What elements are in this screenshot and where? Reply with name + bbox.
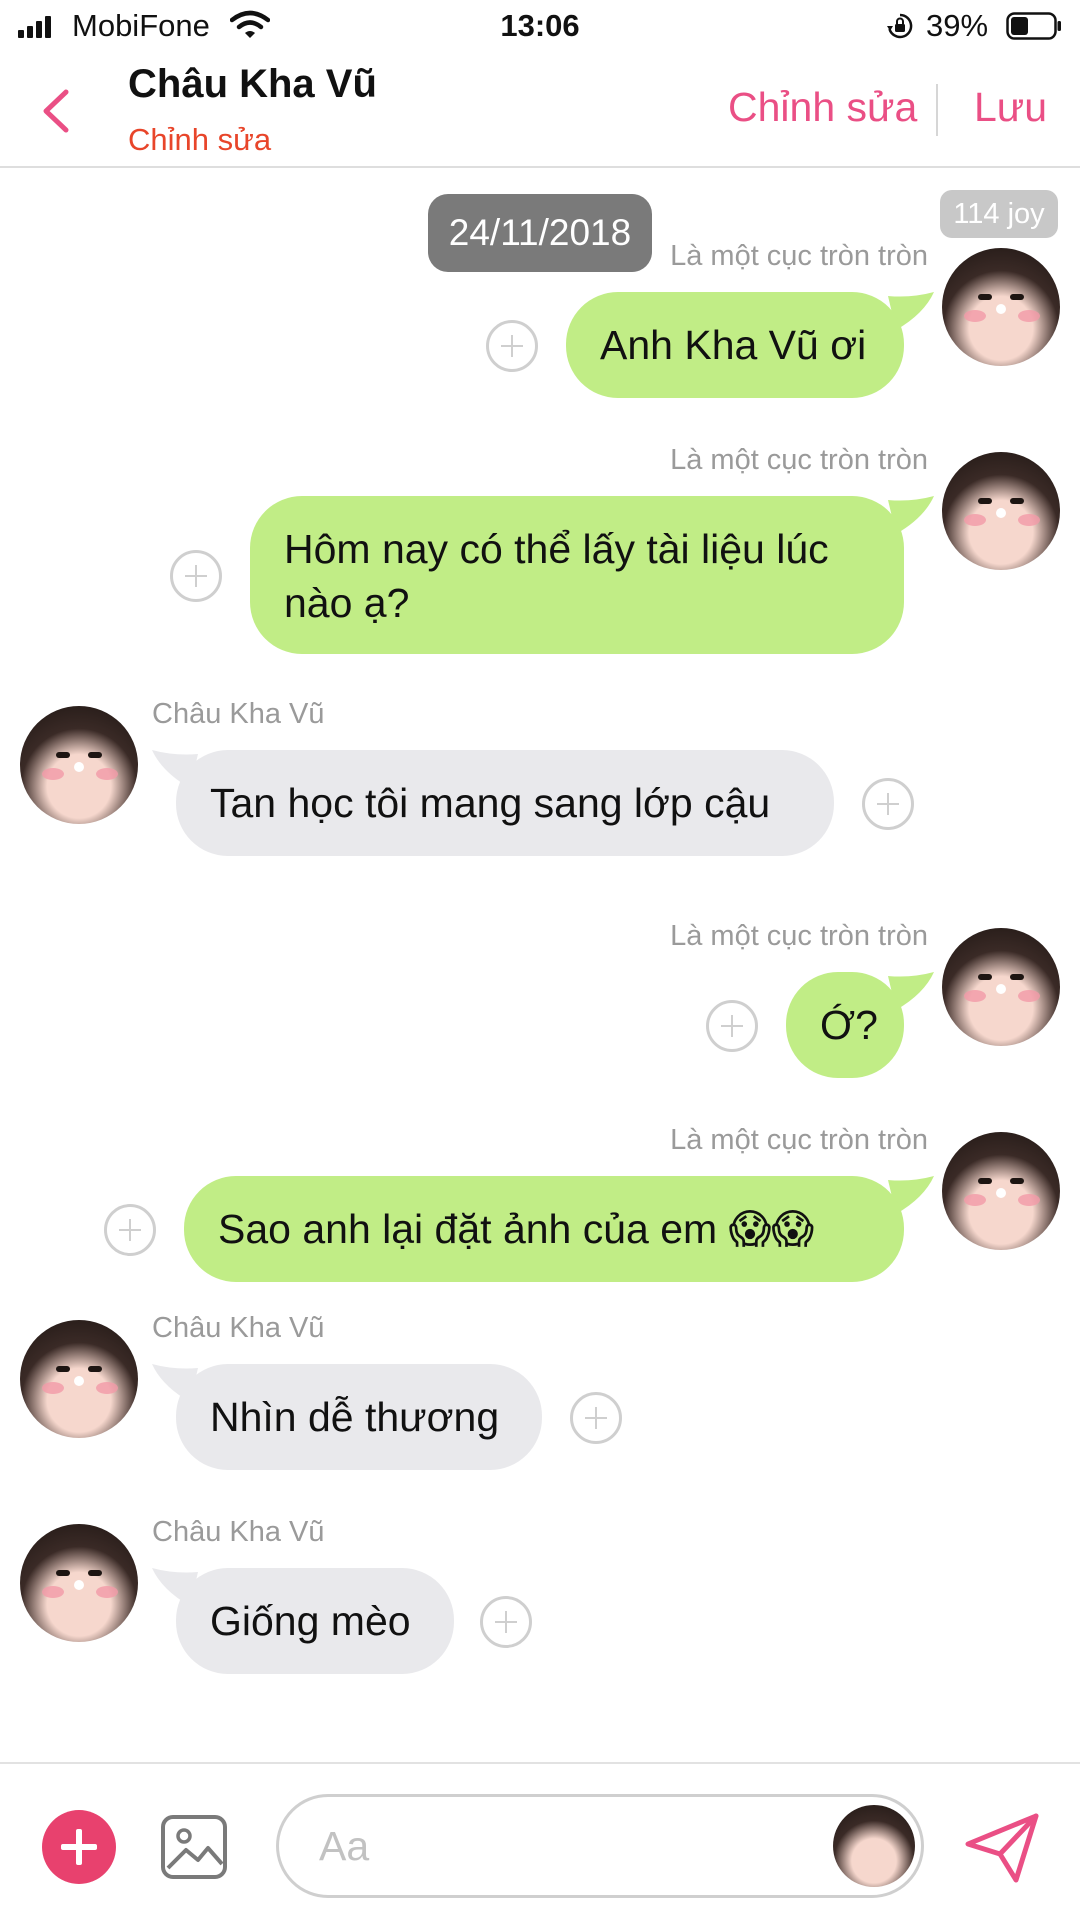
- plus-icon[interactable]: [480, 1596, 532, 1648]
- message-input-placeholder: Aa: [319, 1823, 370, 1869]
- battery-icon: [1006, 12, 1061, 40]
- orientation-lock-icon: [887, 13, 913, 39]
- sender-name: Là một cục tròn tròn: [670, 1124, 928, 1156]
- avatar[interactable]: [942, 248, 1060, 366]
- message-list[interactable]: 24/11/2018 114 joy Là một cục tròn tròn …: [0, 168, 1080, 1760]
- avatar[interactable]: [20, 706, 138, 824]
- send-icon[interactable]: [964, 1812, 1040, 1884]
- joy-counter-badge: 114 joy: [940, 190, 1058, 238]
- message-bubble[interactable]: Hôm nay có thể lấy tài liệu lúc nào ạ?: [250, 496, 904, 654]
- plus-icon[interactable]: [570, 1392, 622, 1444]
- sender-avatar-switch[interactable]: [833, 1805, 915, 1887]
- message-input[interactable]: Aa: [276, 1794, 924, 1898]
- sender-name: Là một cục tròn tròn: [670, 920, 928, 952]
- battery-percent: 39%: [926, 8, 989, 43]
- sender-name: Là một cục tròn tròn: [670, 444, 928, 476]
- status-bar: MobiFone 13:06 39%: [0, 0, 1080, 54]
- sender-name: Châu Kha Vũ: [152, 698, 325, 730]
- message-bubble[interactable]: Tan học tôi mang sang lớp cậu: [176, 750, 834, 856]
- plus-icon[interactable]: [862, 778, 914, 830]
- message-bubble[interactable]: Ớ?: [786, 972, 904, 1078]
- avatar[interactable]: [20, 1320, 138, 1438]
- save-button[interactable]: Lưu: [974, 84, 1047, 131]
- clock: 13:06: [500, 8, 580, 43]
- add-attachment-button[interactable]: [42, 1810, 116, 1884]
- sender-name: Châu Kha Vũ: [152, 1516, 325, 1548]
- message-bubble[interactable]: Sao anh lại đặt ảnh của em 😱😱: [184, 1176, 904, 1282]
- avatar[interactable]: [942, 928, 1060, 1046]
- sender-name: Châu Kha Vũ: [152, 1312, 325, 1344]
- sender-name: Là một cục tròn tròn: [670, 240, 928, 272]
- message-bubble[interactable]: Anh Kha Vũ ơi: [566, 292, 904, 398]
- plus-icon[interactable]: [170, 550, 222, 602]
- message-composer: Aa: [0, 1762, 1080, 1922]
- avatar[interactable]: [20, 1524, 138, 1642]
- plus-icon[interactable]: [104, 1204, 156, 1256]
- contact-edit-link[interactable]: Chỉnh sửa: [128, 122, 271, 158]
- date-separator: 24/11/2018: [428, 194, 652, 272]
- header-divider: [936, 84, 938, 136]
- plus-icon[interactable]: [706, 1000, 758, 1052]
- message-bubble[interactable]: Nhìn dễ thương: [176, 1364, 542, 1470]
- back-chevron-icon[interactable]: [38, 86, 74, 136]
- contact-name: Châu Kha Vũ: [128, 62, 377, 106]
- chat-header: Châu Kha Vũ Chỉnh sửa Chỉnh sửa Lưu: [0, 56, 1080, 168]
- edit-button[interactable]: Chỉnh sửa: [728, 84, 917, 131]
- message-bubble[interactable]: Giống mèo: [176, 1568, 454, 1674]
- plus-icon[interactable]: [486, 320, 538, 372]
- avatar[interactable]: [942, 1132, 1060, 1250]
- avatar[interactable]: [942, 452, 1060, 570]
- image-icon[interactable]: [160, 1814, 228, 1880]
